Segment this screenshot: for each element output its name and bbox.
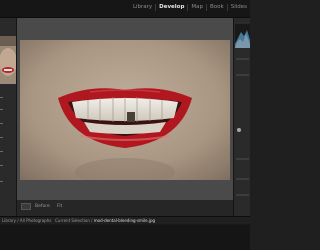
image-canvas[interactable] [17, 18, 233, 216]
left-panel-control[interactable] [0, 148, 16, 156]
left-panel-control[interactable] [0, 106, 16, 114]
left-panel-control[interactable] [0, 178, 16, 186]
module-slides[interactable]: Slides [226, 4, 250, 11]
module-develop[interactable]: Develop [155, 4, 187, 11]
zoom-label[interactable]: Fit [57, 204, 62, 209]
right-panel [233, 18, 250, 216]
left-panel-control[interactable] [0, 120, 16, 128]
filename-label: mod-dental-bleeding-smile.jpg [93, 218, 156, 223]
left-panel [0, 18, 17, 216]
module-map[interactable]: Map [187, 4, 206, 11]
filmstrip-area: Library / All Photographs Current Select… [0, 216, 250, 250]
before-after-label[interactable]: Before [35, 204, 50, 209]
navigator-thumbnail[interactable] [0, 36, 16, 84]
adjustment-pin[interactable] [237, 128, 241, 132]
module-book[interactable]: Book [206, 4, 227, 11]
module-bar: Library Develop Map Book Slides [0, 0, 250, 18]
develop-toolbar: Before Fit [17, 200, 233, 216]
filmstrip[interactable] [0, 225, 250, 250]
left-panel-control[interactable] [0, 162, 16, 170]
library-breadcrumb[interactable]: Library / All Photographs [2, 218, 51, 223]
module-picker: Library Develop Map Book Slides [130, 4, 250, 11]
right-panel-slider[interactable] [236, 74, 249, 76]
lightroom-window: Library Develop Map Book Slides Before F… [0, 0, 250, 250]
selection-label: Current Selection [55, 218, 90, 223]
right-panel-slider[interactable] [236, 178, 249, 180]
right-panel-slider[interactable] [236, 158, 249, 160]
left-panel-control[interactable] [0, 134, 16, 142]
photo-smile [20, 40, 230, 180]
right-panel-slider[interactable] [236, 194, 249, 196]
right-panel-slider[interactable] [236, 58, 249, 60]
left-panel-control[interactable] [0, 94, 16, 102]
histogram [235, 24, 250, 48]
view-mode-button[interactable] [21, 203, 31, 210]
module-library[interactable]: Library [130, 4, 155, 11]
status-line: Library / All Photographs Current Select… [0, 217, 250, 224]
